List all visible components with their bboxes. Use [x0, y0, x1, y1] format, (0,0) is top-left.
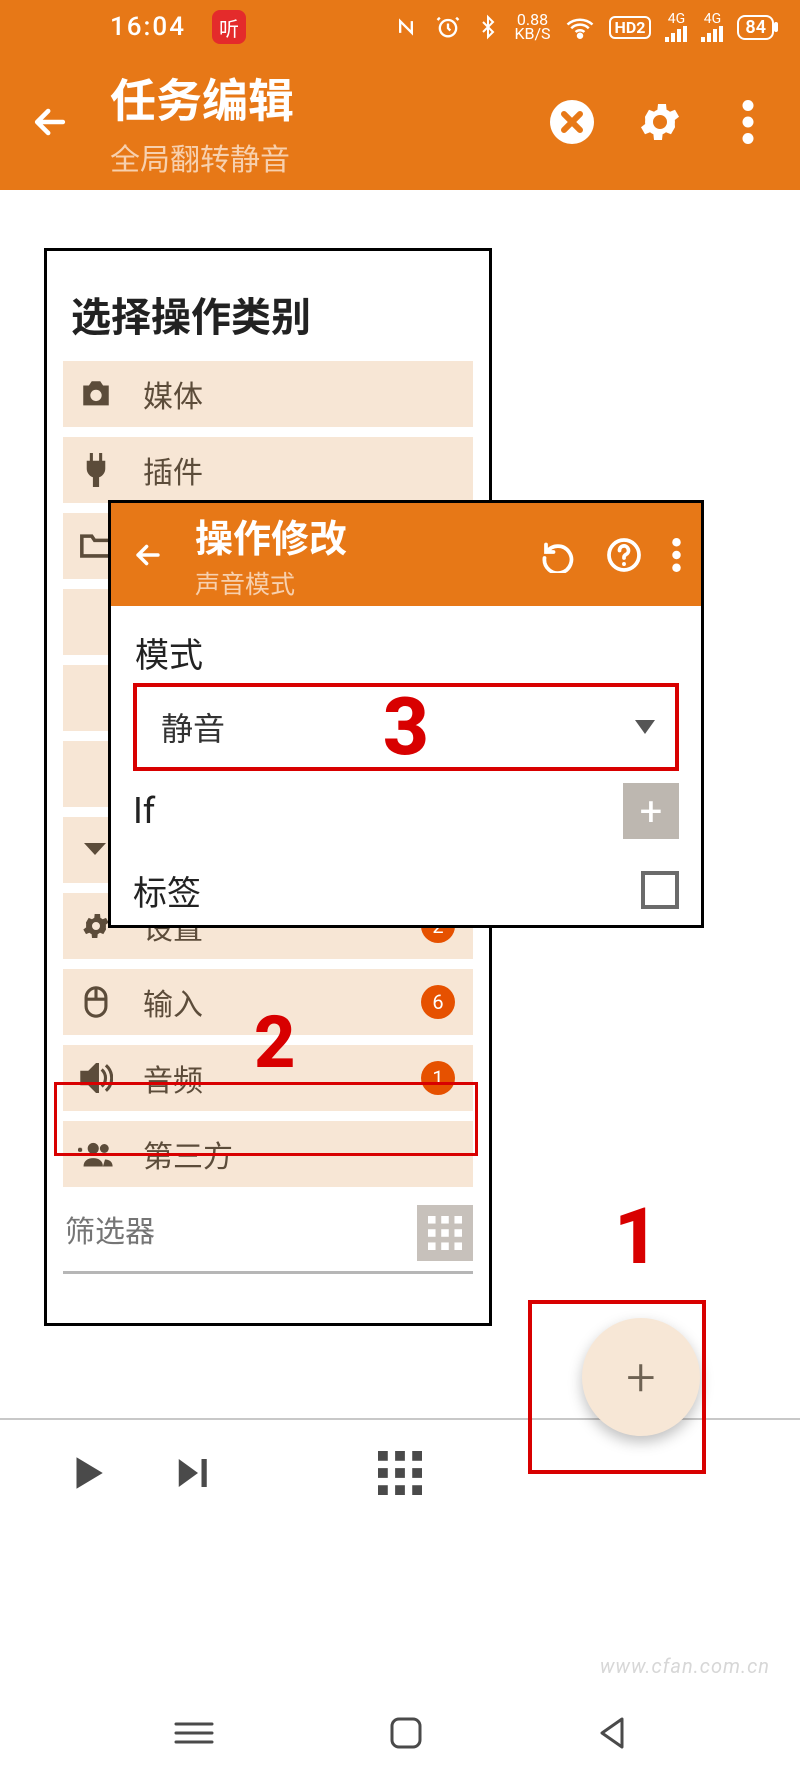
bluetooth-icon [476, 13, 500, 41]
hd-badge: HD2 [609, 16, 652, 39]
tag-checkbox[interactable] [641, 871, 679, 909]
chevron-down-icon [635, 720, 655, 734]
mouse-icon [73, 985, 119, 1019]
filter-row [63, 1199, 473, 1274]
signal-1: 4G [665, 12, 687, 42]
plus-icon: + [626, 1347, 655, 1408]
net-speed: 0.88 KB/S [514, 13, 550, 41]
chevron-down-icon [84, 843, 106, 857]
wifi-icon [565, 14, 595, 40]
app-subtitle: 全局翻转静音 [110, 135, 548, 179]
annotation-number-3: 3 [383, 680, 429, 774]
tag-label: 标签 [133, 866, 201, 915]
category-item-media[interactable]: 媒体 [63, 361, 473, 427]
count-badge: 6 [421, 985, 455, 1019]
system-nav-bar [0, 1688, 800, 1778]
filter-input[interactable] [65, 1216, 325, 1250]
category-panel-title: 选择操作类别 [71, 285, 473, 343]
category-label: 音频 [143, 1056, 421, 1100]
apps-grid-button[interactable] [378, 1451, 422, 1495]
category-label: 媒体 [143, 372, 461, 416]
bottom-toolbar [0, 1418, 800, 1526]
app-title: 任务编辑 [110, 65, 548, 131]
annotation-number-1: 1 [614, 1192, 659, 1283]
add-action-fab[interactable]: + [582, 1318, 700, 1436]
edit-overflow-menu-button[interactable] [672, 538, 681, 572]
status-app-badge: 听 [212, 10, 246, 44]
edit-panel-appbar: 操作修改 声音模式 [111, 503, 701, 606]
alarm-icon [434, 13, 462, 41]
overflow-menu-button[interactable] [724, 98, 772, 146]
category-item-audio[interactable]: 音频 1 [63, 1045, 473, 1111]
back-button[interactable] [20, 100, 80, 144]
edit-panel-subtitle: 声音模式 [195, 565, 540, 601]
grid-view-button[interactable] [417, 1205, 473, 1261]
count-badge: 1 [421, 1061, 455, 1095]
group-add-icon [73, 1140, 119, 1168]
status-time: 16:04 [110, 12, 186, 42]
speaker-icon [73, 1063, 119, 1093]
edit-action-panel: 操作修改 声音模式 模式 静音 3 If + 标签 [108, 500, 704, 928]
app-bar: 任务编辑 全局翻转静音 [0, 54, 800, 190]
help-button[interactable] [606, 537, 642, 573]
category-item-plugin[interactable]: 插件 [63, 437, 473, 503]
edit-panel-title: 操作修改 [195, 508, 540, 563]
step-button[interactable] [170, 1452, 212, 1494]
mode-label: 模式 [135, 628, 679, 677]
mode-dropdown[interactable]: 静音 3 [133, 683, 679, 771]
status-bar: 16:04 听 0.88 KB/S HD2 4G 4G 84 [0, 0, 800, 54]
category-label: 插件 [143, 448, 461, 492]
settings-button[interactable] [636, 98, 684, 146]
camera-icon [73, 379, 119, 409]
edit-back-button[interactable] [125, 538, 171, 572]
undo-button[interactable] [540, 537, 576, 573]
battery-indicator: 84 [737, 15, 774, 40]
category-item-input[interactable]: 输入 6 [63, 969, 473, 1035]
mode-dropdown-value: 静音 [161, 704, 225, 750]
add-if-button[interactable]: + [623, 783, 679, 839]
category-label: 第三方 [143, 1132, 461, 1176]
close-button[interactable] [548, 98, 596, 146]
watermark: www.cfan.com.cn [600, 1654, 770, 1678]
if-label: If [133, 790, 155, 832]
category-item-thirdparty[interactable]: 第三方 [63, 1121, 473, 1187]
nav-recent-button[interactable] [172, 1718, 216, 1748]
nfc-icon [392, 13, 420, 41]
nav-back-button[interactable] [596, 1715, 628, 1751]
play-button[interactable] [66, 1452, 108, 1494]
nav-home-button[interactable] [388, 1715, 424, 1751]
plug-icon [73, 453, 119, 487]
signal-2: 4G [701, 12, 723, 42]
category-label: 输入 [143, 980, 421, 1024]
